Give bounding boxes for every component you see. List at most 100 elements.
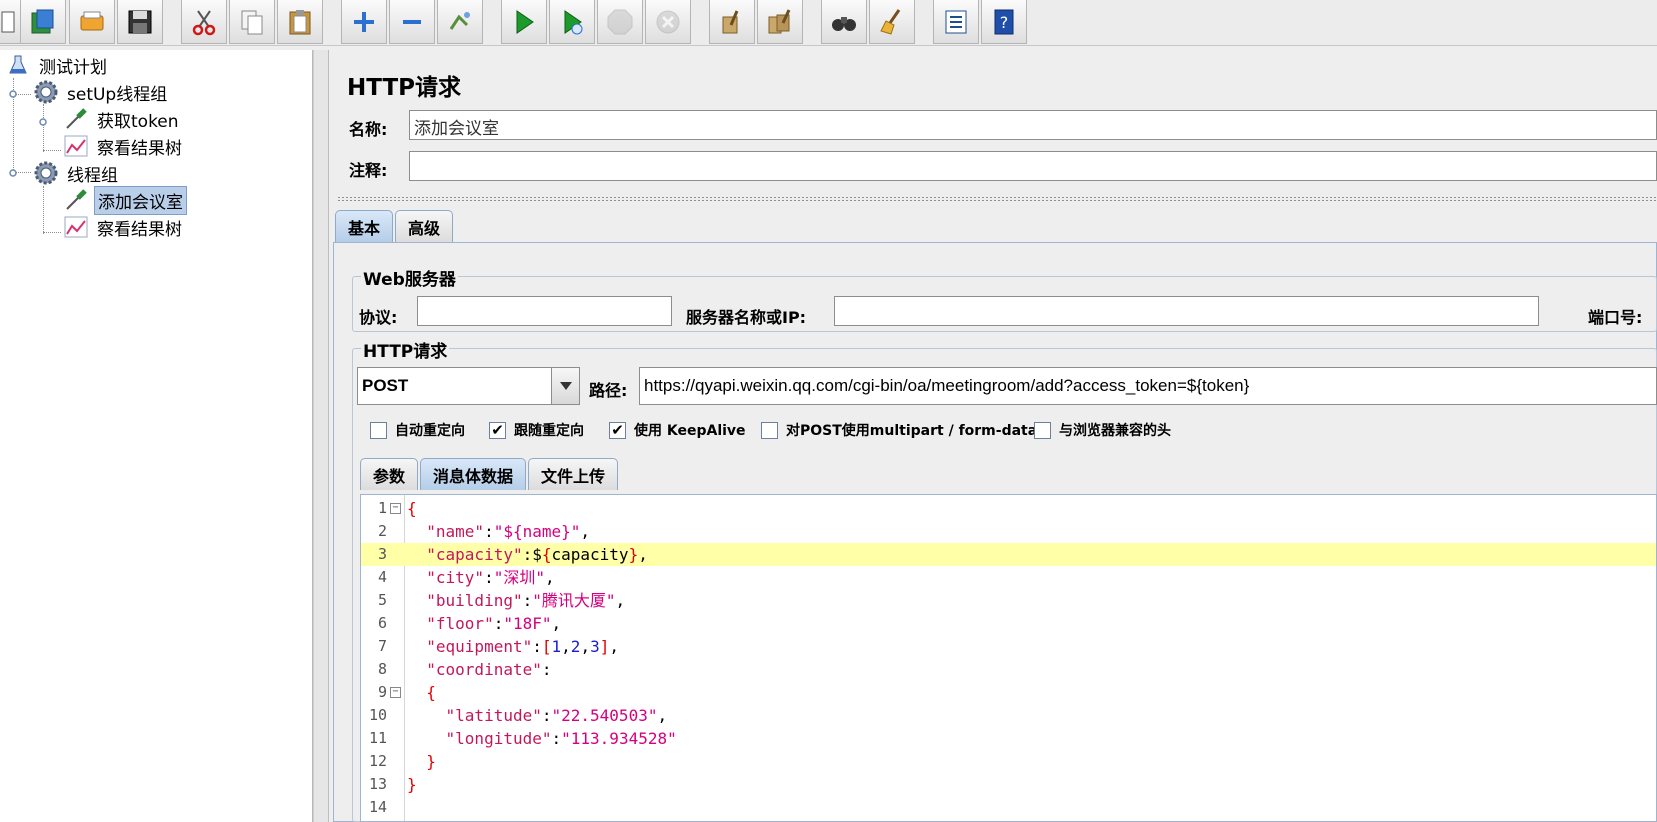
checkbox-box [761, 421, 778, 439]
start-icon [516, 9, 534, 34]
server-label: 服务器名称或IP: [686, 308, 807, 327]
tab-basic[interactable]: 基本 [335, 210, 394, 242]
open-button[interactable] [69, 0, 115, 44]
code-text: "equipment":[1,2,3], [426, 637, 619, 656]
tab-advanced[interactable]: 高级 [395, 210, 454, 242]
body-tabs: 参数 消息体数据 文件上传 [360, 458, 620, 490]
tree-item-thread-group[interactable]: 线程组 [32, 160, 121, 186]
flask-icon [4, 52, 32, 78]
toggle-button[interactable] [437, 0, 483, 44]
expand-button[interactable] [341, 0, 387, 44]
auto-redirect-checkbox[interactable]: 自动重定向 [370, 420, 465, 440]
browser-compatible-headers-checkbox[interactable]: 与浏览器兼容的头 [1034, 420, 1171, 440]
search-button[interactable] [821, 0, 867, 44]
panel-divider-handle[interactable] [337, 196, 1657, 202]
stop-icon [607, 9, 633, 34]
help-button[interactable]: ? [981, 0, 1027, 44]
binoculars-icon [832, 16, 856, 31]
multipart-checkbox[interactable]: 对POST使用multipart / form-data [761, 420, 1037, 440]
tab-files-upload[interactable]: 文件上传 [528, 458, 619, 490]
tree-connector [43, 232, 61, 233]
code-text: { [407, 497, 417, 520]
tree-expand-handle-icon[interactable] [8, 168, 18, 178]
graph-icon [62, 214, 90, 240]
json-number: 2 [570, 637, 581, 656]
page-title: HTTP请求 [347, 75, 462, 101]
clear-all-icon [768, 8, 791, 33]
save-button[interactable] [117, 0, 163, 44]
server-input[interactable] [834, 296, 1539, 326]
tree-item-test-plan[interactable]: 测试计划 [4, 52, 110, 78]
tree-item-view-results-tree-2[interactable]: 察看结果树 [62, 214, 185, 240]
reset-search-button[interactable] [869, 0, 915, 44]
comment-label: 注释: [349, 161, 388, 180]
tab-parameters[interactable]: 参数 [360, 458, 419, 490]
plus-icon [354, 11, 374, 32]
tab-body-data[interactable]: 消息体数据 [420, 458, 527, 490]
start-button[interactable] [501, 0, 547, 44]
json-key: "capacity" [426, 545, 523, 564]
split-pane-divider[interactable] [313, 50, 329, 822]
function-helper-button[interactable] [933, 0, 979, 44]
fold-collapse-icon[interactable]: − [390, 503, 401, 514]
http-request-panel: HTTP请求 名称: 添加会议室 注释: 基本 高级 Web服务器 协议: 服务… [329, 50, 1657, 822]
path-label: 路径: [589, 381, 628, 400]
cut-button[interactable] [181, 0, 227, 44]
code-line-highlighted: 3 "capacity":${capacity}, [361, 543, 1656, 566]
clear-button[interactable] [709, 0, 755, 44]
start-no-pause-icon [564, 9, 583, 34]
tree-expand-handle-icon[interactable] [38, 117, 48, 127]
shutdown-button[interactable] [645, 0, 691, 44]
start-no-pause-button[interactable] [549, 0, 595, 44]
body-data-editor[interactable]: 1−{ 2 "name":"${name}", 3 "capacity":${c… [360, 494, 1657, 822]
comment-input[interactable] [409, 151, 1657, 181]
fold-collapse-icon[interactable]: − [390, 687, 401, 698]
broom-icon [880, 8, 901, 35]
tree-item-label: 获取token [97, 111, 179, 132]
line-number: 12 [368, 752, 387, 770]
line-number: 2 [377, 522, 387, 540]
tree-connector [43, 150, 61, 151]
protocol-label: 协议: [359, 308, 398, 327]
line-number: 13 [368, 775, 387, 793]
code-text: "building":"腾讯大厦", [426, 591, 626, 610]
tree-item-label: 线程组 [67, 165, 118, 186]
checkbox-label: 与浏览器兼容的头 [1059, 423, 1171, 439]
tree-item-add-meeting-room[interactable]: 添加会议室 [62, 185, 187, 215]
tree-item-view-results-tree-1[interactable]: 察看结果树 [62, 133, 185, 159]
clear-all-button[interactable] [757, 0, 803, 44]
line-number: 1 [377, 499, 387, 517]
json-value: "深圳" [493, 568, 545, 587]
check-icon: ✔ [489, 421, 506, 439]
minus-icon [403, 19, 421, 24]
protocol-input[interactable] [417, 296, 672, 326]
toolbar: ? [0, 0, 1657, 46]
tree-item-get-token[interactable]: 获取token [62, 106, 182, 132]
copy-icon [241, 10, 263, 34]
keepalive-checkbox[interactable]: ✔ 使用 KeepAlive [609, 420, 746, 440]
path-input[interactable]: https://qyapi.weixin.qq.com/cgi-bin/oa/m… [639, 367, 1657, 405]
test-plan-tree[interactable]: 测试计划 setUp线程组 获取token 察看结果树 线程组 添加会议室 察看… [0, 50, 313, 822]
line-number: 7 [377, 637, 387, 655]
tree-connector [43, 104, 44, 152]
chevron-down-icon[interactable] [551, 368, 579, 404]
follow-redirects-checkbox[interactable]: ✔ 跟随重定向 [489, 420, 584, 440]
name-input[interactable]: 添加会议室 [409, 110, 1657, 140]
line-number: 10 [368, 706, 387, 724]
new-icon [1, 11, 15, 32]
collapse-button[interactable] [389, 0, 435, 44]
templates-button[interactable] [20, 0, 66, 44]
stop-button[interactable] [597, 0, 643, 44]
paste-button[interactable] [277, 0, 323, 44]
copy-button[interactable] [229, 0, 275, 44]
tree-item-label: 察看结果树 [97, 138, 182, 159]
tree-expand-handle-icon[interactable] [8, 89, 18, 99]
json-key: "city" [426, 568, 485, 587]
code-text: "capacity":${capacity}, [426, 545, 648, 564]
check-icon: ✔ [609, 421, 626, 439]
method-select[interactable]: POST [357, 367, 580, 405]
code-text: "floor":"18F", [426, 614, 562, 633]
json-value: "113.934528" [561, 729, 677, 748]
tree-item-setup-thread-group[interactable]: setUp线程组 [32, 79, 170, 105]
templates-icon [31, 9, 54, 33]
